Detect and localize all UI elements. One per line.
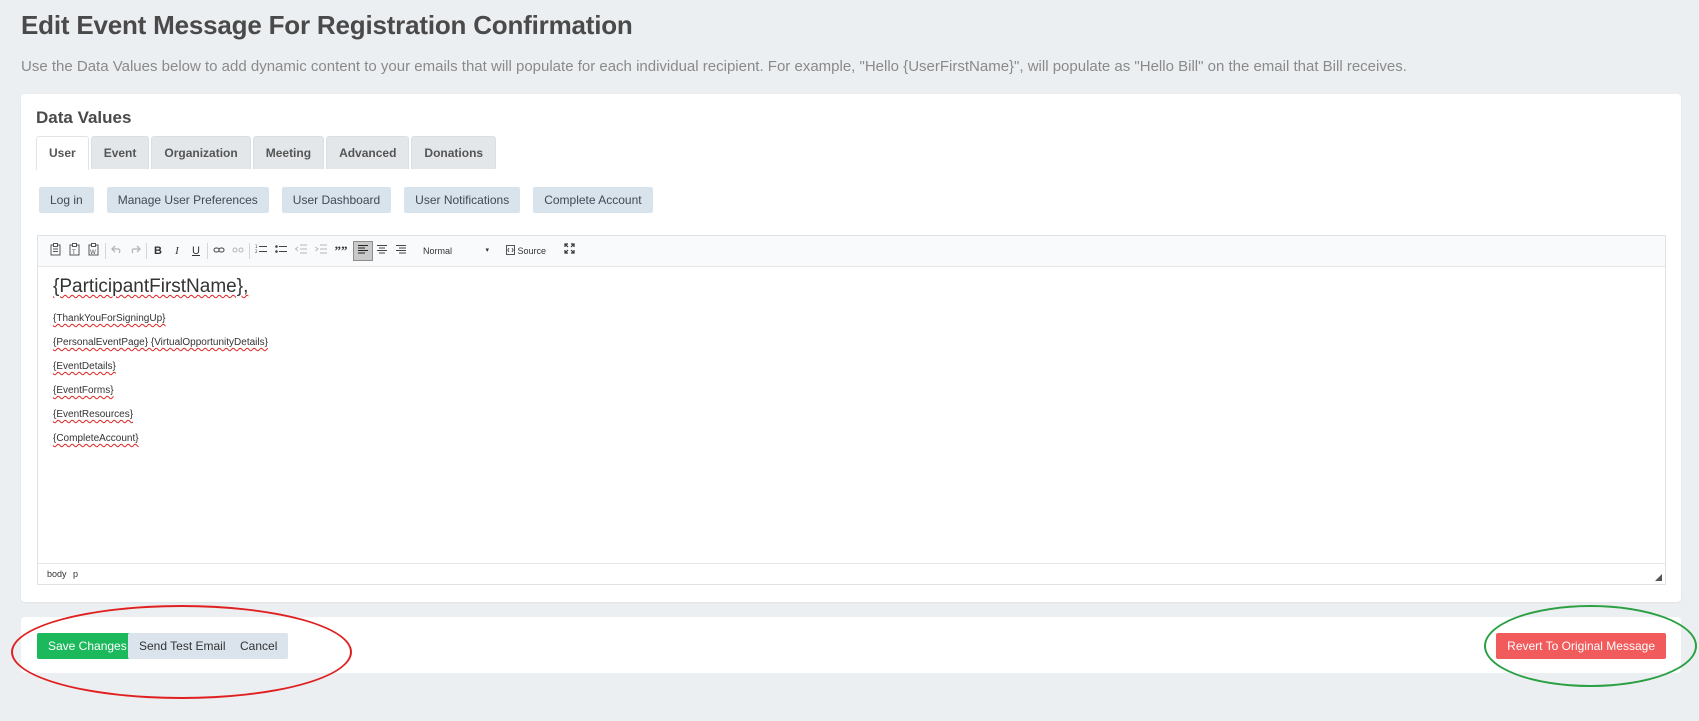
- cancel-button[interactable]: Cancel: [229, 633, 289, 659]
- user-notifications-button[interactable]: User Notifications: [404, 187, 521, 213]
- placeholder-text: {ThankYouForSigningUp}: [53, 313, 166, 324]
- content-line: {EventResources}: [53, 409, 1650, 420]
- content-line: {PersonalEventPage} {VirtualOpportunityD…: [53, 337, 1650, 348]
- placeholder-text: {EventDetails}: [53, 361, 116, 372]
- align-left-icon[interactable]: [353, 241, 373, 261]
- tab-organization[interactable]: Organization: [151, 136, 251, 169]
- content-line: {CompleteAccount}: [53, 433, 1650, 444]
- align-center-icon[interactable]: [375, 243, 389, 259]
- action-bar: Save Changes Send Test Email Cancel Reve…: [21, 617, 1681, 673]
- svg-text:2: 2: [255, 249, 258, 254]
- tab-meeting[interactable]: Meeting: [252, 136, 325, 169]
- tab-donations[interactable]: Donations: [411, 136, 497, 169]
- tab-event[interactable]: Event: [90, 136, 150, 169]
- data-value-buttons: Log in Manage User Preferences User Dash…: [39, 187, 666, 213]
- greeting-text: {ParticipantFirstName},: [53, 276, 249, 297]
- tab-user[interactable]: User: [36, 136, 89, 170]
- greeting-line: {ParticipantFirstName},: [53, 276, 1650, 298]
- data-values-card: Data Values User Event Organization Meet…: [21, 94, 1681, 602]
- italic-icon[interactable]: I: [170, 243, 184, 259]
- unlink-icon[interactable]: [231, 243, 245, 259]
- revert-to-original-button[interactable]: Revert To Original Message: [1496, 633, 1666, 659]
- resize-handle-icon[interactable]: [1655, 574, 1662, 581]
- undo-icon[interactable]: [110, 243, 124, 259]
- bulleted-list-icon[interactable]: [274, 243, 288, 259]
- placeholder-text: {EventForms}: [53, 385, 114, 396]
- log-in-button[interactable]: Log in: [39, 187, 94, 213]
- paste-word-icon[interactable]: W: [86, 243, 100, 259]
- send-test-email-button[interactable]: Send Test Email: [128, 633, 237, 659]
- content-line: {EventForms}: [53, 385, 1650, 396]
- element-path-body[interactable]: body: [47, 569, 67, 579]
- page-title: Edit Event Message For Registration Conf…: [21, 10, 633, 40]
- tab-advanced[interactable]: Advanced: [326, 136, 410, 169]
- numbered-list-icon[interactable]: 12: [254, 243, 268, 259]
- data-values-title: Data Values: [36, 108, 132, 127]
- placeholder-text: {CompleteAccount}: [53, 433, 139, 444]
- placeholder-text: {PersonalEventPage} {VirtualOpportunityD…: [53, 337, 268, 348]
- editor-content[interactable]: {ParticipantFirstName}, {ThankYouForSign…: [53, 276, 1650, 546]
- source-label: Source: [517, 246, 547, 256]
- save-changes-button[interactable]: Save Changes: [37, 633, 138, 659]
- blockquote-icon[interactable]: ””: [334, 243, 348, 259]
- svg-text:T: T: [71, 249, 76, 256]
- content-line: {ThankYouForSigningUp}: [53, 313, 1650, 324]
- element-path-p[interactable]: p: [73, 569, 78, 579]
- manage-user-preferences-button[interactable]: Manage User Preferences: [106, 187, 269, 213]
- chevron-down-icon: ▾: [485, 247, 489, 254]
- source-button[interactable]: Source: [506, 243, 550, 259]
- placeholder-text: {EventResources}: [53, 409, 134, 420]
- svg-text:W: W: [90, 249, 96, 256]
- data-values-tabs: User Event Organization Meeting Advanced…: [36, 136, 498, 170]
- outdent-icon[interactable]: [294, 243, 308, 259]
- bold-icon[interactable]: B: [151, 243, 165, 259]
- format-select-value: Normal: [423, 246, 453, 256]
- page-description: Use the Data Values below to add dynamic…: [21, 58, 1407, 75]
- align-right-icon[interactable]: [394, 243, 408, 259]
- paste-icon[interactable]: [48, 243, 62, 259]
- user-dashboard-button[interactable]: User Dashboard: [281, 187, 392, 213]
- source-icon: [506, 245, 515, 255]
- redo-icon[interactable]: [128, 243, 142, 259]
- content-line: {EventDetails}: [53, 361, 1650, 372]
- format-select[interactable]: Normal ▾: [423, 243, 489, 259]
- underline-icon[interactable]: U: [189, 243, 203, 259]
- editor-toolbar: T W B I U 12 ”” Normal ▾ Source: [38, 236, 1665, 267]
- maximize-icon[interactable]: [562, 243, 576, 259]
- complete-account-button[interactable]: Complete Account: [533, 187, 653, 213]
- link-icon[interactable]: [212, 243, 226, 259]
- rich-text-editor: T W B I U 12 ”” Normal ▾ Source {Partici…: [37, 235, 1666, 585]
- indent-icon[interactable]: [314, 243, 328, 259]
- editor-status-bar: body p: [38, 563, 1665, 584]
- paste-text-icon[interactable]: T: [67, 243, 81, 259]
